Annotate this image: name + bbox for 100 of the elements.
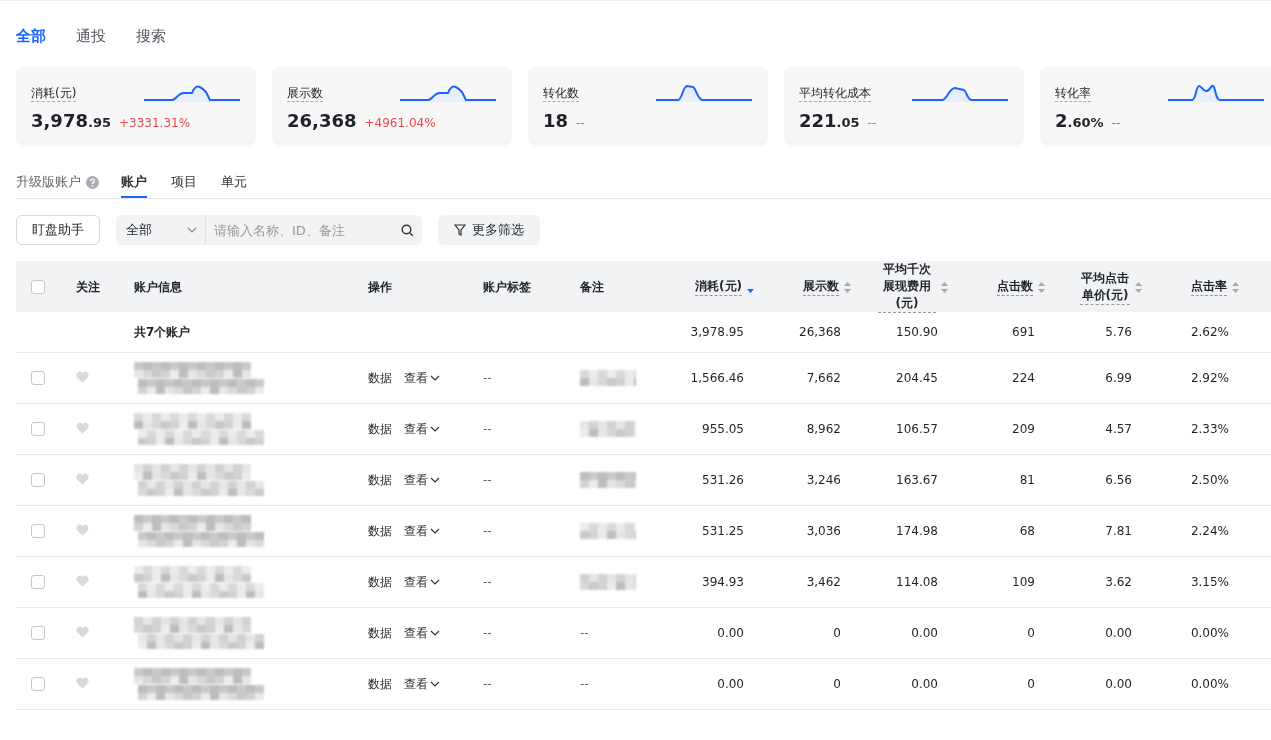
- level-tab[interactable]: 单元: [221, 172, 247, 198]
- metric-value: 3,978.95: [31, 110, 111, 131]
- chevron-down-icon: [430, 477, 440, 483]
- column-header: 备注: [579, 278, 605, 296]
- heart-icon[interactable]: [76, 370, 89, 383]
- data-link[interactable]: 数据: [368, 675, 392, 693]
- tag-cell-text: --: [482, 626, 493, 640]
- view-dropdown[interactable]: 查看: [404, 420, 440, 438]
- table-cell-text: 0.00: [910, 626, 939, 640]
- table-cell-text: 174.98: [895, 524, 939, 538]
- search-field[interactable]: 请输入名称、ID、备注: [206, 215, 392, 245]
- table-cell-text: 0: [1026, 677, 1036, 691]
- sort-icon[interactable]: [1232, 281, 1239, 293]
- view-dropdown[interactable]: 查看: [404, 573, 440, 591]
- metric-value: 18: [543, 110, 569, 131]
- heart-icon[interactable]: [76, 523, 89, 536]
- data-link[interactable]: 数据: [368, 522, 392, 540]
- row-checkbox[interactable]: [31, 626, 45, 640]
- metric-change: --: [867, 116, 877, 130]
- column-header[interactable]: 点击数: [997, 278, 1033, 296]
- column-header[interactable]: 展示数: [803, 278, 839, 296]
- metric-label: 转化数: [543, 85, 579, 102]
- table-cell-text: 2.50%: [1189, 473, 1230, 487]
- chevron-down-icon: [430, 630, 440, 636]
- table-cell-text: 8,962: [805, 422, 842, 436]
- metric-change: --: [1111, 116, 1121, 130]
- view-dropdown[interactable]: 查看: [404, 522, 440, 540]
- row-checkbox[interactable]: [31, 371, 45, 385]
- view-dropdown[interactable]: 查看: [404, 369, 440, 387]
- table-cell-text: 7.81: [1104, 524, 1133, 538]
- metric-label: 消耗(元): [31, 85, 77, 102]
- sort-icon[interactable]: [1135, 281, 1142, 293]
- row-checkbox[interactable]: [31, 677, 45, 691]
- metric-value: 26,368: [287, 110, 357, 131]
- sort-icon[interactable]: [941, 281, 948, 293]
- data-link[interactable]: 数据: [368, 624, 392, 642]
- column-header[interactable]: 平均点击单价(元): [1080, 269, 1130, 305]
- select-all-checkbox[interactable]: [31, 280, 45, 294]
- filter-button[interactable]: 更多筛选: [438, 215, 540, 245]
- chevron-down-icon: [430, 426, 440, 432]
- data-link[interactable]: 数据: [368, 420, 392, 438]
- table-cell-text: 3.15%: [1189, 575, 1230, 589]
- table-cell-text: 0: [1026, 626, 1036, 640]
- view-tab[interactable]: 全部: [16, 27, 46, 46]
- row-checkbox[interactable]: [31, 575, 45, 589]
- heart-icon[interactable]: [76, 421, 89, 434]
- table-cell-text: 3,036: [805, 524, 842, 538]
- column-header[interactable]: 点击率: [1191, 278, 1227, 296]
- column-header[interactable]: 消耗(元): [695, 278, 742, 296]
- row-checkbox[interactable]: [31, 473, 45, 487]
- chevron-down-icon: [430, 528, 440, 534]
- table-cell-text: 114.08: [895, 575, 939, 589]
- section-label: 升级版账户: [16, 173, 81, 191]
- column-header[interactable]: 平均千次展现费用(元): [878, 261, 936, 313]
- table-cell-text: 3,462: [805, 575, 842, 589]
- table-cell-text: 1,566.46: [689, 371, 745, 385]
- chevron-down-icon: [187, 227, 197, 233]
- table-cell-text: 2.24%: [1189, 524, 1230, 538]
- table-cell-text: 531.25: [701, 524, 745, 538]
- table-cell-text: 209: [1011, 422, 1036, 436]
- data-link[interactable]: 数据: [368, 369, 392, 387]
- table-cell-text: 531.26: [701, 473, 745, 487]
- view-dropdown[interactable]: 查看: [404, 624, 440, 642]
- table-cell-text: 0.00: [910, 677, 939, 691]
- heart-icon[interactable]: [76, 676, 89, 689]
- chevron-down-icon: [430, 681, 440, 687]
- help-icon[interactable]: [86, 176, 99, 189]
- view-tab[interactable]: 搜索: [136, 27, 166, 46]
- summary-cell-text: 5.76: [1104, 325, 1133, 339]
- summary-label: 共7个账户: [133, 323, 192, 341]
- search-button[interactable]: [392, 215, 422, 245]
- table-cell-text: 394.93: [701, 575, 745, 589]
- tag-cell-text: --: [482, 524, 493, 538]
- row-checkbox[interactable]: [31, 422, 45, 436]
- heart-icon[interactable]: [76, 574, 89, 587]
- metric-change: +3331.31%: [118, 116, 191, 130]
- column-header: 操作: [367, 278, 393, 296]
- table-cell-text: 4.57: [1104, 422, 1133, 436]
- heart-icon[interactable]: [76, 625, 89, 638]
- table-cell-text: 7,662: [805, 371, 842, 385]
- table-cell-text: 955.05: [701, 422, 745, 436]
- column-header: 账户标签: [482, 278, 532, 296]
- table-cell-text: 3,246: [805, 473, 842, 487]
- sort-icon[interactable]: [844, 281, 851, 293]
- level-tab[interactable]: 账户: [121, 172, 147, 198]
- view-dropdown[interactable]: 查看: [404, 675, 440, 693]
- data-link[interactable]: 数据: [368, 471, 392, 489]
- view-tab[interactable]: 通投: [76, 27, 106, 46]
- data-link[interactable]: 数据: [368, 573, 392, 591]
- view-dropdown[interactable]: 查看: [404, 471, 440, 489]
- assistant-button[interactable]: 盯盘助手: [16, 215, 100, 245]
- table-cell-text: 106.57: [895, 422, 939, 436]
- metric-value: 2.60%: [1055, 110, 1104, 131]
- scope-dropdown[interactable]: 全部: [116, 215, 205, 245]
- heart-icon[interactable]: [76, 472, 89, 485]
- summary-cell-text: 26,368: [798, 325, 842, 339]
- level-tab[interactable]: 项目: [171, 172, 197, 198]
- tag-cell-text: --: [482, 575, 493, 589]
- row-checkbox[interactable]: [31, 524, 45, 538]
- sort-icon[interactable]: [1038, 281, 1045, 293]
